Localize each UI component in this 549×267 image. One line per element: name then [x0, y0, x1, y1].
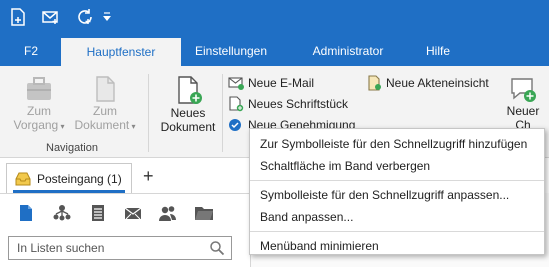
users-icon[interactable] — [158, 203, 178, 223]
org-chart-icon[interactable] — [52, 203, 72, 223]
group-divider — [222, 74, 223, 152]
neuer-button[interactable]: Neuer Ch — [498, 74, 548, 132]
group-divider — [148, 74, 149, 152]
menu-item-customize-qat[interactable]: Symbolleiste für den Schnellzugriff anpa… — [250, 184, 544, 206]
zum-dokument-button[interactable]: Zum Dokument ▾ — [72, 74, 138, 134]
tab-hauptfenster[interactable]: Hauptfenster — [61, 38, 181, 66]
tab-posteingang[interactable]: Posteingang (1) — [6, 163, 132, 193]
new-document-icon — [178, 76, 202, 104]
zum-vorgang-label-1: Zum — [27, 104, 51, 118]
refresh-icon[interactable] — [74, 6, 96, 28]
list-icon-toolbar — [0, 193, 250, 231]
ribbon-tab-bar: F2 Hauptfenster Einstellungen Administra… — [0, 36, 549, 66]
chevron-down-icon: ▾ — [58, 122, 65, 131]
tab-f2[interactable]: F2 — [14, 36, 48, 66]
neue-akteneinsicht-button[interactable]: Neue Akteneinsicht — [366, 74, 489, 92]
file-view-icon — [368, 75, 381, 91]
search-placeholder: In Listen suchen — [17, 241, 105, 255]
inbox-icon — [15, 172, 31, 185]
neues-dokument-button[interactable]: Neues Dokument — [156, 74, 220, 134]
folder-icon[interactable] — [194, 203, 214, 223]
neues-schriftstueck-button[interactable]: Neues Schriftstück — [228, 95, 348, 113]
menu-item-hide-button[interactable]: Schaltfläche im Band verbergen — [250, 155, 544, 177]
document-icon[interactable] — [16, 203, 36, 223]
checkmark-icon — [229, 119, 241, 131]
mail-icon — [228, 77, 244, 90]
add-tab-button[interactable]: + — [143, 166, 154, 187]
tab-hilfe[interactable]: Hilfe — [412, 36, 464, 66]
zum-dokument-label-1: Zum — [92, 104, 117, 118]
ribbon-context-menu: Zur Symbolleiste für den Schnellzugriff … — [249, 128, 545, 255]
posteingang-label: Posteingang (1) — [37, 171, 122, 186]
neue-akteneinsicht-label: Neue Akteneinsicht — [386, 76, 489, 90]
list-icon[interactable] — [88, 203, 108, 223]
zum-vorgang-button[interactable]: Zum Vorgang ▾ — [8, 74, 70, 134]
document-icon — [96, 76, 115, 102]
menu-item-add-to-qat[interactable]: Zur Symbolleiste für den Schnellzugriff … — [250, 133, 544, 155]
navigation-group-label: Navigation — [46, 142, 98, 154]
neue-email-button[interactable]: Neue E-Mail — [228, 74, 314, 92]
new-document-icon[interactable] — [7, 6, 29, 28]
mail-icon[interactable] — [40, 6, 62, 28]
search-field[interactable]: In Listen suchen — [8, 236, 232, 260]
document-add-icon — [229, 96, 244, 112]
menu-item-minimize-ribbon[interactable]: Menüband minimieren — [250, 235, 544, 257]
chat-icon — [511, 78, 536, 102]
title-bar — [0, 0, 549, 36]
tab-administrator[interactable]: Administrator — [296, 36, 400, 66]
neues-schriftstueck-label: Neues Schriftstück — [248, 97, 349, 111]
menu-separator — [250, 231, 544, 232]
chevron-down-icon: ▾ — [129, 122, 136, 131]
menu-item-customize-ribbon[interactable]: Band anpassen... — [250, 206, 544, 228]
neues-dokument-label-2: Dokument — [160, 120, 216, 134]
neuer-label-1: Neuer — [506, 104, 540, 118]
neues-dokument-label-1: Neues — [170, 106, 206, 120]
briefcase-icon — [27, 77, 51, 100]
qat-dropdown-icon[interactable] — [100, 6, 114, 28]
search-icon[interactable] — [209, 240, 225, 256]
mail-icon[interactable] — [123, 203, 143, 223]
tab-einstellungen[interactable]: Einstellungen — [181, 36, 281, 66]
neue-email-label: Neue E-Mail — [248, 76, 315, 90]
menu-separator — [250, 180, 544, 181]
zum-dokument-label-2: Dokument — [74, 118, 130, 132]
zum-vorgang-label-2: Vorgang — [13, 118, 59, 132]
